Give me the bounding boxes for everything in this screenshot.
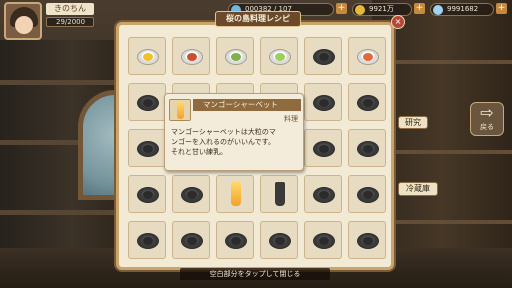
recipe-slot[interactable] bbox=[172, 175, 210, 213]
recipe-slot[interactable] bbox=[260, 175, 298, 213]
dish-locked-icon bbox=[181, 233, 203, 249]
recipe-slot[interactable] bbox=[128, 37, 166, 75]
recipe-slot[interactable] bbox=[216, 175, 254, 213]
dish-locked-icon bbox=[137, 141, 159, 157]
dish-locked-icon bbox=[357, 233, 379, 249]
back-button[interactable]: ⇨ 戻る bbox=[470, 102, 504, 136]
coin-value: 9921万 bbox=[369, 5, 394, 13]
recipe-slot[interactable] bbox=[128, 221, 166, 259]
dish-locked-icon bbox=[313, 49, 335, 65]
gem-value: 9991682 bbox=[447, 5, 479, 13]
dish-locked-icon bbox=[313, 187, 335, 203]
close-hint: 空白部分をタップして閉じる bbox=[180, 268, 330, 280]
recipe-slot[interactable] bbox=[128, 129, 166, 167]
dish-locked-icon bbox=[313, 233, 335, 249]
dish-lemon-icon bbox=[137, 49, 159, 65]
dish-locked-icon bbox=[357, 187, 379, 203]
dish-locked-icon bbox=[357, 95, 379, 111]
glass-locked-icon bbox=[275, 182, 285, 206]
recipe-slot[interactable] bbox=[172, 221, 210, 259]
recipe-slot[interactable] bbox=[348, 175, 386, 213]
recipe-slot[interactable] bbox=[216, 221, 254, 259]
recipe-slot[interactable] bbox=[304, 129, 342, 167]
recipe-slot[interactable] bbox=[216, 37, 254, 75]
gem-icon bbox=[433, 5, 443, 15]
recipe-slot[interactable] bbox=[304, 37, 342, 75]
recipe-slot[interactable] bbox=[348, 37, 386, 75]
gem-counter: 9991682 bbox=[430, 3, 494, 16]
dish-locked-icon bbox=[137, 95, 159, 111]
recipe-slot[interactable] bbox=[128, 83, 166, 121]
exp-text: 29/2000 bbox=[56, 18, 86, 26]
recipe-slot[interactable] bbox=[260, 221, 298, 259]
recipe-slot[interactable] bbox=[128, 175, 166, 213]
tooltip-category: 料理 bbox=[284, 115, 298, 123]
tooltip-recipe-name: マンゴーシャーベット bbox=[193, 99, 301, 111]
arrow-right-icon: ⇨ bbox=[480, 103, 494, 122]
back-label: 戻る bbox=[480, 123, 494, 131]
dish-locked-icon bbox=[137, 233, 159, 249]
recipe-slot[interactable] bbox=[348, 83, 386, 121]
dish-shrimp-icon bbox=[357, 49, 379, 65]
recipe-slot[interactable] bbox=[348, 129, 386, 167]
recipe-slot[interactable] bbox=[260, 37, 298, 75]
dish-locked-icon bbox=[313, 141, 335, 157]
recipe-slot[interactable] bbox=[172, 37, 210, 75]
panel-title: 桜の島料理レシピ bbox=[215, 11, 301, 27]
energy-add-button[interactable]: + bbox=[336, 3, 347, 14]
recipe-tooltip: マンゴーシャーベット 料理 マンゴーシャーベットは大粒のマ ンゴーを入れるのがい… bbox=[164, 93, 304, 171]
dish-meat-icon bbox=[181, 49, 203, 65]
dish-locked-icon bbox=[357, 141, 379, 157]
research-button[interactable]: 研究 bbox=[398, 116, 428, 129]
glass-mango-icon bbox=[231, 182, 241, 206]
gem-add-button[interactable]: + bbox=[496, 3, 507, 14]
close-icon[interactable]: × bbox=[391, 15, 405, 29]
dish-locked-icon bbox=[225, 233, 247, 249]
player-name: きのちん bbox=[46, 3, 94, 15]
dish-locked-icon bbox=[269, 233, 291, 249]
recipe-slot[interactable] bbox=[304, 221, 342, 259]
dish-locked-icon bbox=[313, 95, 335, 111]
tooltip-description: マンゴーシャーベットは大粒のマ ンゴーを入れるのがいいんです。 それと甘い練乳。 bbox=[171, 128, 276, 156]
mango-sherbet-icon bbox=[169, 99, 191, 121]
dish-locked-icon bbox=[137, 187, 159, 203]
dish-locked-icon bbox=[181, 187, 203, 203]
coin-add-button[interactable]: + bbox=[414, 3, 425, 14]
avatar[interactable] bbox=[4, 2, 42, 40]
coin-icon bbox=[355, 5, 365, 15]
recipe-slot[interactable] bbox=[304, 83, 342, 121]
coin-counter: 9921万 bbox=[352, 3, 412, 16]
fridge-button[interactable]: 冷蔵庫 bbox=[398, 182, 438, 196]
recipe-slot[interactable] bbox=[304, 175, 342, 213]
dish-salad-icon bbox=[269, 49, 291, 65]
recipe-slot[interactable] bbox=[348, 221, 386, 259]
dish-green-icon bbox=[225, 49, 247, 65]
